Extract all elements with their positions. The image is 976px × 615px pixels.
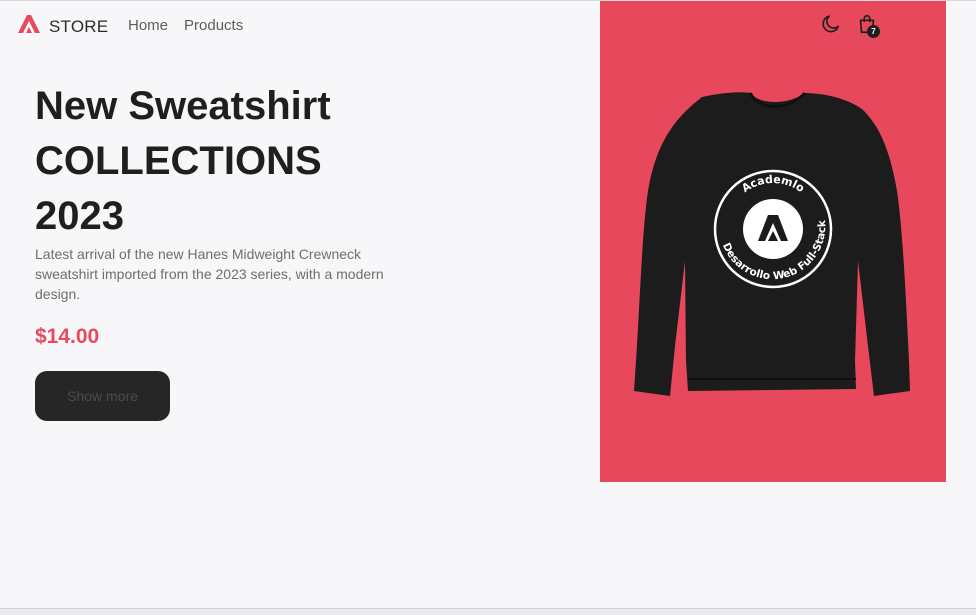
product-image: Academlo Desarrollo Web Full-Stack — [600, 1, 946, 482]
hero-title-line: New Sweatshirt — [35, 84, 331, 128]
academlo-logo-icon — [17, 14, 41, 39]
nav-actions: 7 — [820, 13, 880, 38]
nav-link-products[interactable]: Products — [184, 17, 243, 34]
hero-title-line: 2023 — [35, 194, 124, 238]
product-price: $14.00 — [35, 325, 100, 348]
hero-description: Latest arrival of the new Hanes Midweigh… — [35, 246, 384, 302]
brand-name: STORE — [49, 16, 109, 36]
cart-count-badge: 7 — [867, 25, 880, 38]
hero-title-line: COLLECTIONS — [35, 139, 322, 183]
hero-title: New Sweatshirt COLLECTIONS 2023 — [35, 79, 455, 244]
nav-link-home[interactable]: Home — [128, 17, 168, 34]
main-nav: Home Products — [128, 17, 243, 34]
window-bottom-edge — [0, 608, 976, 615]
store-logo[interactable]: STORE — [17, 14, 108, 39]
show-more-button[interactable]: Show more — [35, 371, 170, 421]
moon-icon — [820, 15, 842, 39]
theme-toggle-button[interactable] — [820, 13, 844, 37]
cart-button[interactable]: 7 — [856, 13, 880, 38]
